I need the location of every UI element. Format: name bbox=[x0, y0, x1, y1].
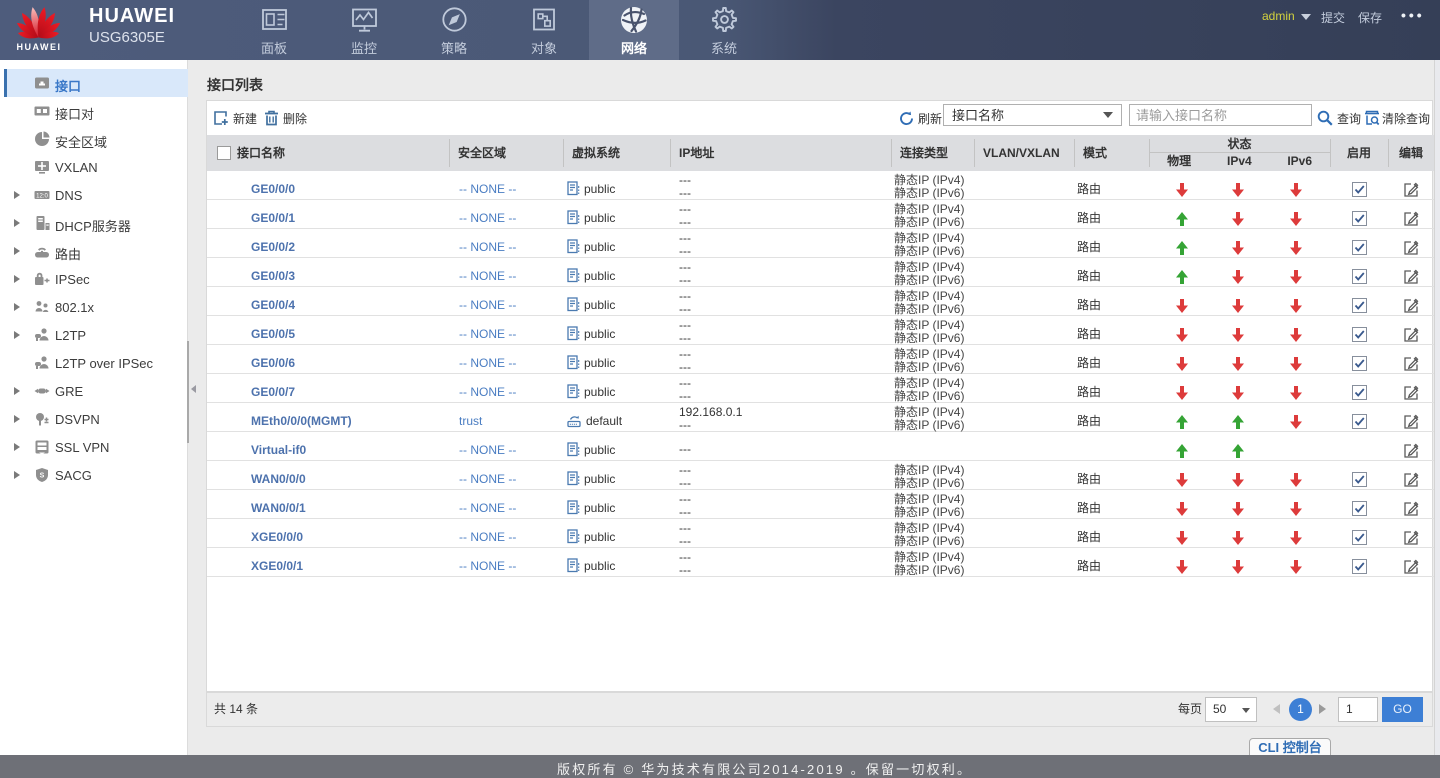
svg-text:12:0: 12:0 bbox=[36, 194, 48, 200]
svg-text:S: S bbox=[40, 473, 45, 480]
